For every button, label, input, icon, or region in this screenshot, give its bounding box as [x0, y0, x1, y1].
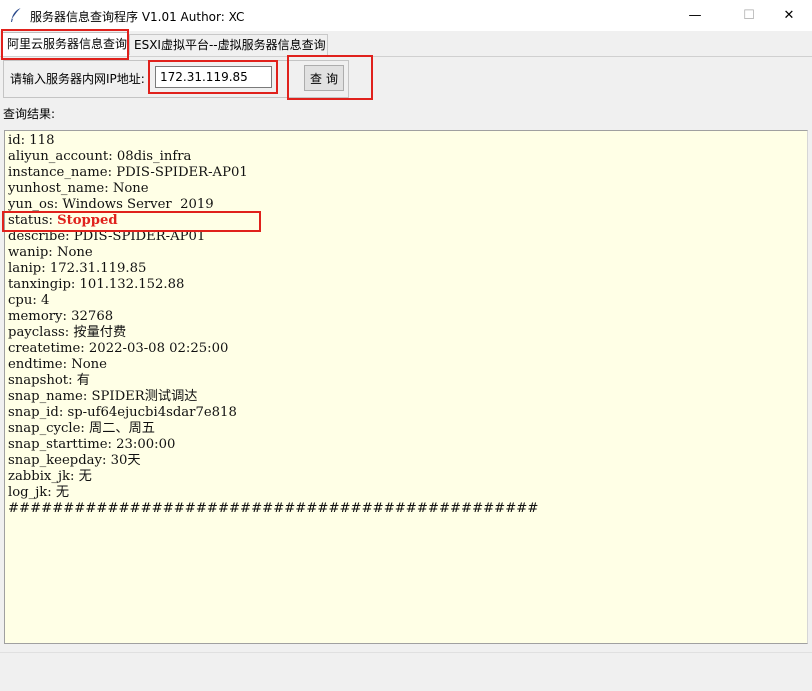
result-line: lanip: 172.31.119.85: [8, 261, 147, 276]
result-line: memory: 32768: [8, 309, 114, 324]
result-line: snap_cycle: 周二、周五: [8, 421, 155, 436]
status-value: Stopped: [57, 213, 118, 228]
status-key: status:: [8, 213, 58, 228]
tab-esxi[interactable]: ESXI虚拟平台--虚拟服务器信息查询: [129, 34, 328, 55]
result-line: wanip: None: [8, 245, 93, 260]
result-line: cpu: 4: [8, 293, 50, 308]
result-line: snap_starttime: 23:00:00: [8, 437, 176, 452]
result-label: 查询结果:: [3, 107, 56, 121]
minimize-button[interactable]: —: [672, 0, 718, 31]
result-line: createtime: 2022-03-08 02:25:00: [8, 341, 229, 356]
result-line: id: 118: [8, 133, 55, 148]
title-bar: 服务器信息查询程序 V1.01 Author: XC — ☐ ✕: [0, 0, 812, 31]
result-line: instance_name: PDIS-SPIDER-AP01: [8, 165, 248, 180]
result-line: snap_keepday: 30天: [8, 453, 141, 468]
result-line-status: status: Stopped: [8, 213, 538, 229]
query-button[interactable]: 查询: [304, 65, 344, 91]
result-line: yun_os: Windows Server 2019: [8, 197, 214, 212]
tab-strip: 阿里云服务器信息查询 ESXI虚拟平台--虚拟服务器信息查询: [0, 31, 812, 57]
result-line: snap_id: sp-uf64ejucbi4sdar7e818: [8, 405, 237, 420]
close-button[interactable]: ✕: [766, 0, 812, 31]
window-title: 服务器信息查询程序 V1.01 Author: XC: [30, 10, 245, 24]
result-lines: id: 118 aliyun_account: 08dis_infra inst…: [8, 133, 538, 517]
result-line: payclass: 按量付费: [8, 325, 127, 340]
result-line: aliyun_account: 08dis_infra: [8, 149, 192, 164]
result-line: log_jk: 无: [8, 485, 70, 500]
tab-aliyun[interactable]: 阿里云服务器信息查询: [2, 32, 128, 56]
result-line: tanxingip: 101.132.152.88: [8, 277, 185, 292]
result-line: endtime: None: [8, 357, 107, 372]
result-line: describe: PDIS-SPIDER-AP01: [8, 229, 206, 244]
result-textarea[interactable]: id: 118 aliyun_account: 08dis_infra inst…: [4, 130, 808, 644]
result-line: snap_name: SPIDER测试调达: [8, 389, 198, 404]
result-line: yunhost_name: None: [8, 181, 149, 196]
result-line: snapshot: 有: [8, 373, 90, 388]
status-bar: [0, 652, 812, 691]
result-line: zabbix_jk: 无: [8, 469, 92, 484]
result-line: ########################################…: [8, 501, 539, 516]
ip-input[interactable]: [155, 66, 272, 88]
ip-label: 请输入服务器内网IP地址:: [10, 72, 145, 86]
feather-icon: [11, 7, 22, 22]
